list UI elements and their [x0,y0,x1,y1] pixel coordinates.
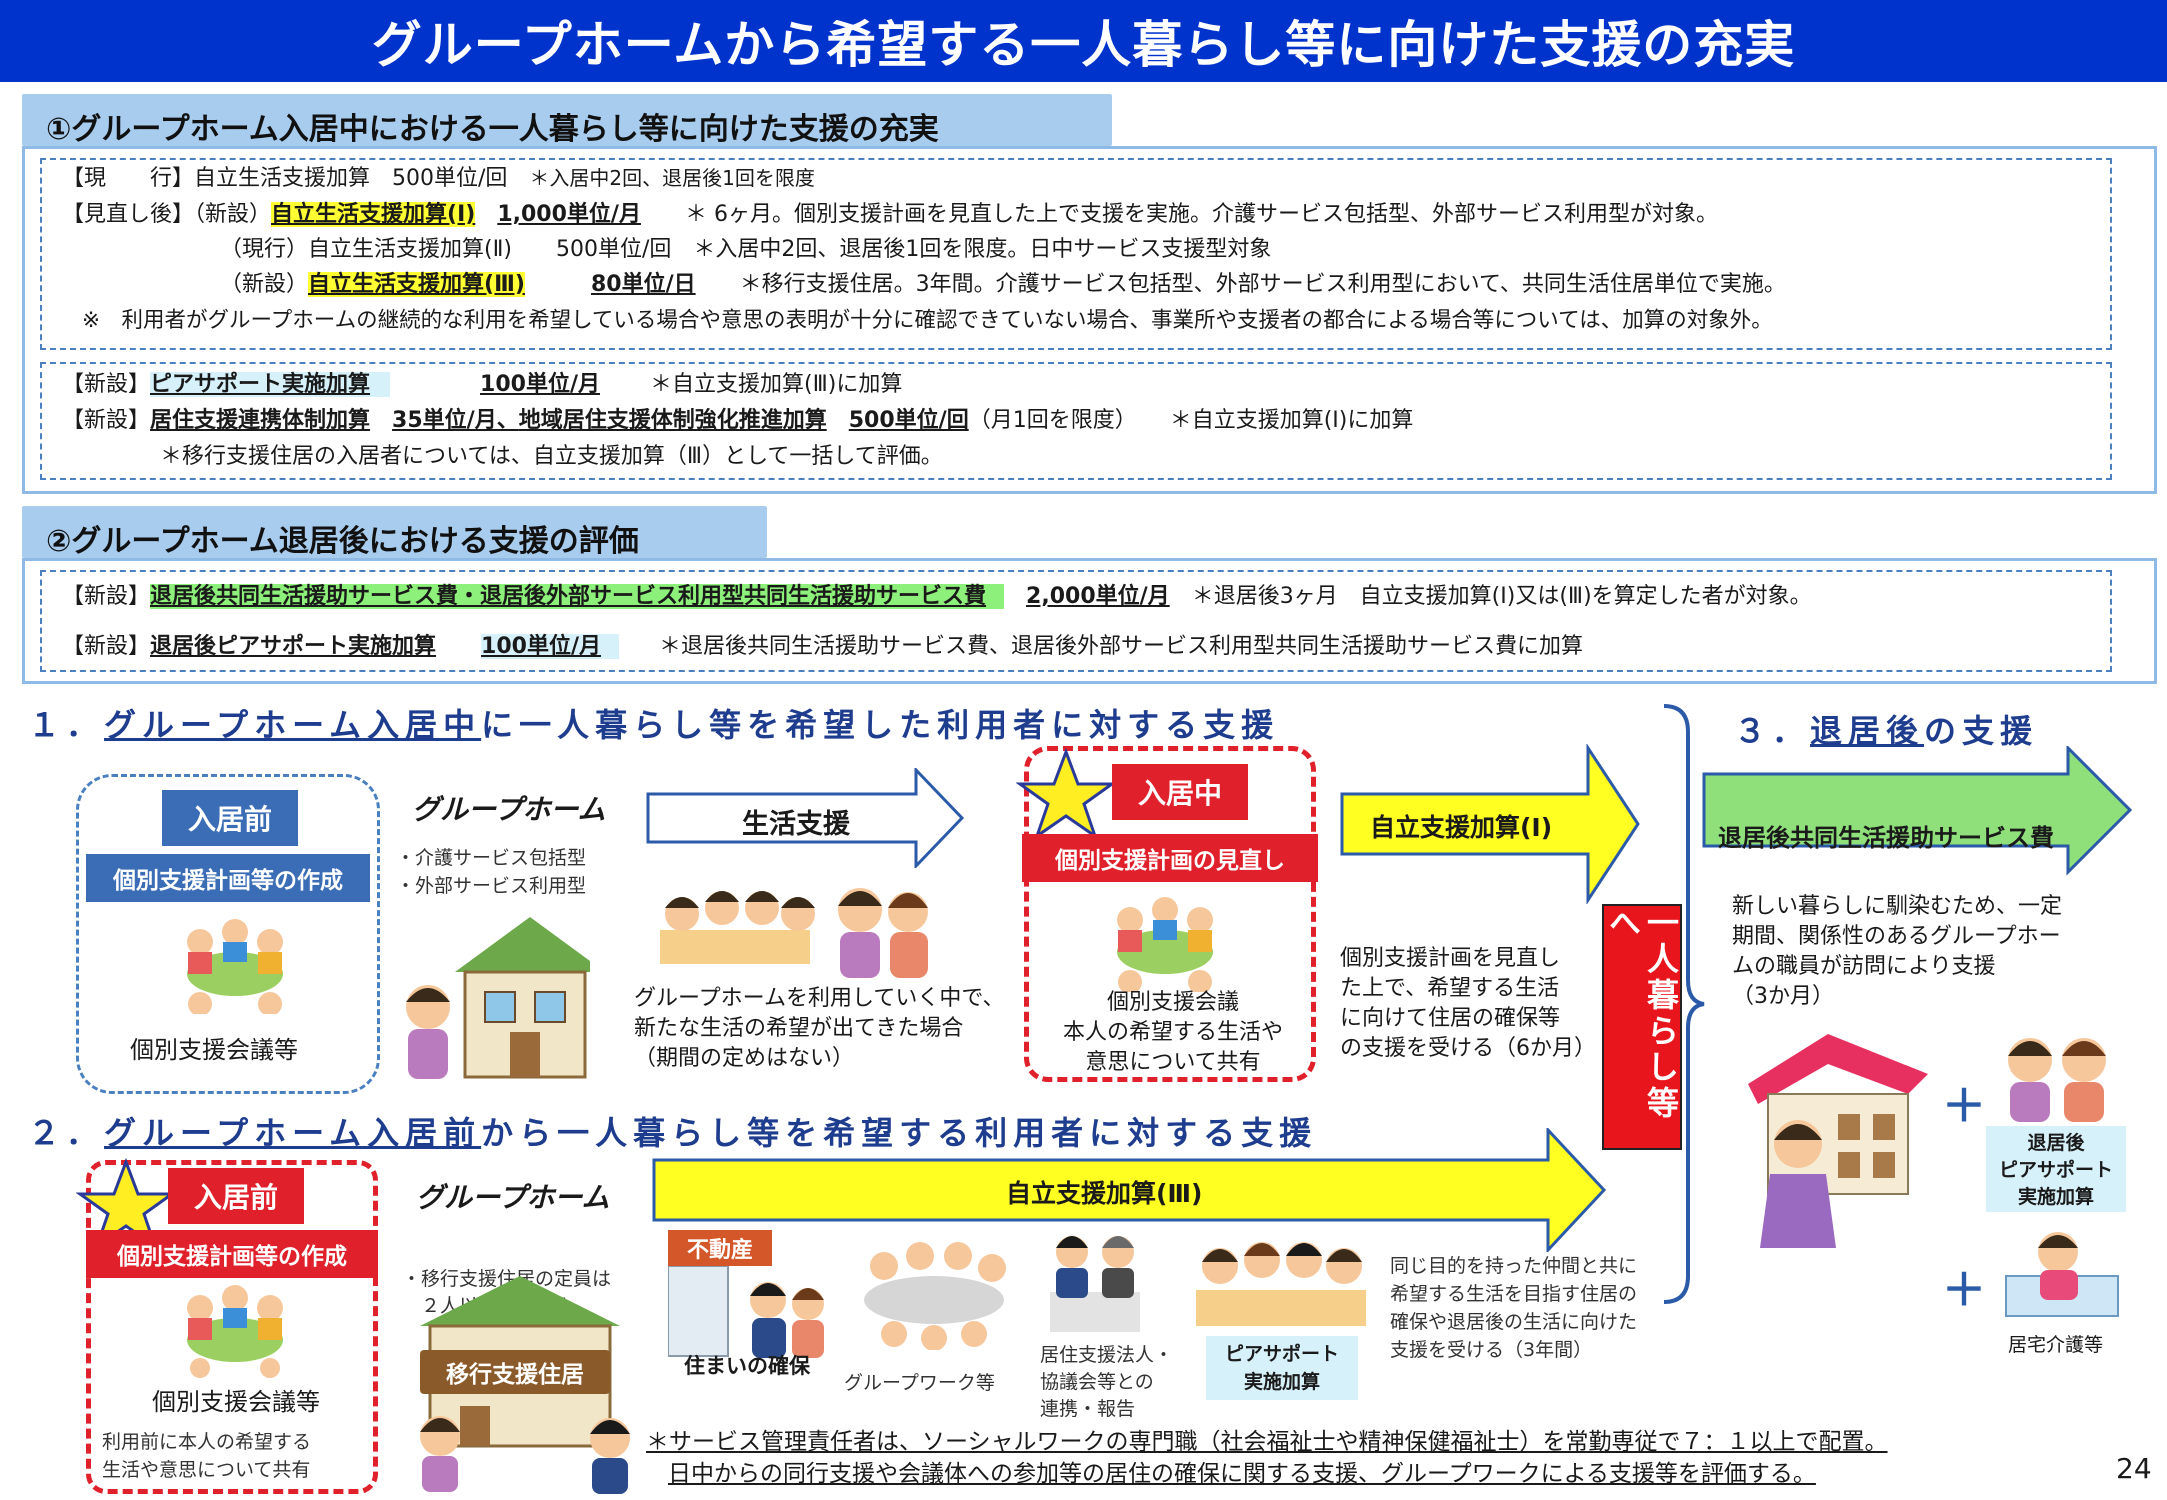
addon1-desc: 個別支援計画を見直し た上で、希望する生活 に向けて住居の確保等 の支援を受ける（6か… [1340,946,1596,1061]
flow2-desc: 同じ目的を持った仲間と共に 希望する生活を目指す住居の 確保や退居後の生活に向けた支… [1390,1255,1638,1361]
s1-line1: 【現 行】自立生活支援加算 500単位/回 ＊入居中2回、退居後1回を限度 [62,166,815,191]
flow2-before-label: 入居前 [168,1168,304,1224]
meeting-illustration [187,919,283,1014]
flow2-gh-title: グループホーム [416,1181,610,1214]
flow1-gh-types: ・介護サービス包括型 ・外部サービス利用型 [396,847,587,897]
flow-bracket [1663,704,1705,1304]
addon3-label: 自立支援加算(Ⅲ) [1006,1179,1203,1208]
flow3-house-illustration [1748,1034,1928,1248]
life-support-illustration [660,888,928,978]
liaison-label: 居住支援法人・ 協議会等との 連携・報告 [1040,1344,1174,1420]
meeting-illustration-2 [1117,897,1213,992]
section2-heading: ②グループホーム退居後における支援の評価 [22,506,767,559]
footnote-1: ＊サービス管理責任者は、ソーシャルワークの専門職（社会福祉士や精神保健福祉士）を… [646,1429,1888,1455]
s1-line4: （新設）自立生活支援加算(Ⅲ) 80単位/日 ＊移行支援住居。3年間。介護サービ… [220,272,1786,297]
flow3-arrow [1702,746,2133,876]
realestate-sign: 不動産 [668,1230,772,1266]
page-title: グループホームから希望する一人暮らし等に向けた支援の充実 [0,0,2167,82]
s2-line2: 【新設】退居後ピアサポート実施加算 100単位/月 ＊退居後共同生活援助サービス費、… [62,634,1584,659]
life-support-label: 生活支援 [742,809,850,840]
flow1-before-label: 入居前 [162,790,298,846]
addon1-label: 自立支援加算(Ⅰ) [1370,813,1553,842]
flow2-house-label: 移行支援住居 [420,1350,610,1394]
flow3-service: 退居後共同生活援助サービス費 [1718,824,2054,852]
plus-icon-2: ＋ [1942,1265,1986,1316]
flow2-share: 利用前に本人の希望する 生活や意思について共有 [102,1431,312,1481]
flow3-desc: 新しい暮らしに馴染むため、一定 期間、関係性のあるグループホー ムの職員が訪問により… [1732,894,2063,1009]
s1-line2: 【見直し後】（新設）自立生活支援加算(Ⅰ) 1,000単位/月 ＊ 6ヶ月。個別… [62,202,1718,227]
peer-group-illustration [1196,1242,1366,1326]
flow3-peer-label: 退居後 ピアサポート 実施加算 [1986,1126,2126,1212]
plus-icon-1: ＋ [1942,1081,1986,1132]
s1b-line2: 【新設】居住支援連携体制加算 35単位/月、地域居住支援体制強化推進加算 500… [62,408,1414,433]
s1-line3: （現行）自立生活支援加算(Ⅱ) 500単位/回 ＊入居中2回、退居後1回を限度。… [220,237,1272,262]
flow1-gh-title: グループホーム [412,793,606,826]
page-number: 24 [2116,1452,2152,1485]
home-care-label: 居宅介護等 [2008,1334,2104,1356]
star-icon [1016,748,1116,840]
group-home-illustration [406,917,590,1079]
groupwork-illustration [864,1242,1006,1350]
housing-illustration [668,1266,824,1358]
flow1-during-label: 入居中 [1112,764,1248,820]
flow1-during-desc: 個別支援会議 本人の希望する生活や 意思について共有 [1062,990,1283,1075]
s1-line5: ※ 利用者がグループホームの継続的な利用を希望している場合や意思の表明が十分に確… [82,308,1773,333]
groupwork-label: グループワーク等 [844,1372,995,1394]
s2-line1: 【新設】退居後共同生活援助サービス費・退居後外部サービス利用型共同生活援助サービ… [62,584,1812,609]
s1b-line1: 【新設】ピアサポート実施加算 100単位/月 ＊自立支援加算(Ⅲ)に加算 [62,372,903,397]
flow1-heading: １．グループホーム入居中に一人暮らし等を希望した利用者に対する支援 [28,706,1280,744]
flow1-plan-label: 個別支援計画等の作成 [86,854,370,902]
home-care-illustration [2005,1232,2119,1317]
life-support-desc: グループホームを利用していく中で、 新たな生活の希望が出てきた場合 （期間の定めはな… [634,986,1005,1071]
flow1-review-label: 個別支援計画の見直し [1022,834,1318,882]
housing-label: 住まいの確保 [684,1354,810,1378]
meeting-illustration-3 [187,1285,283,1378]
section1-heading: ①グループホーム入居中における一人暮らし等に向けた支援の充実 [22,94,1112,147]
flow1-meeting-label: 個別支援会議等 [130,1036,298,1064]
liaison-illustration [1050,1236,1140,1332]
footnote-2: 日中からの同行支援や会議体への参加等の居住の確保に関する支援、グループワークによ… [668,1461,1816,1487]
flow2-peer-label: ピアサポート 実施加算 [1206,1336,1358,1400]
flow2-meeting-label: 個別支援会議等 [152,1388,320,1416]
flow2-plan-label: 個別支援計画等の作成 [86,1230,378,1278]
s1b-line3: ＊移行支援住居の入居者については、自立支援加算（Ⅲ）として一括して評価。 [160,444,943,469]
flow3-peer-illustration [2008,1038,2106,1122]
